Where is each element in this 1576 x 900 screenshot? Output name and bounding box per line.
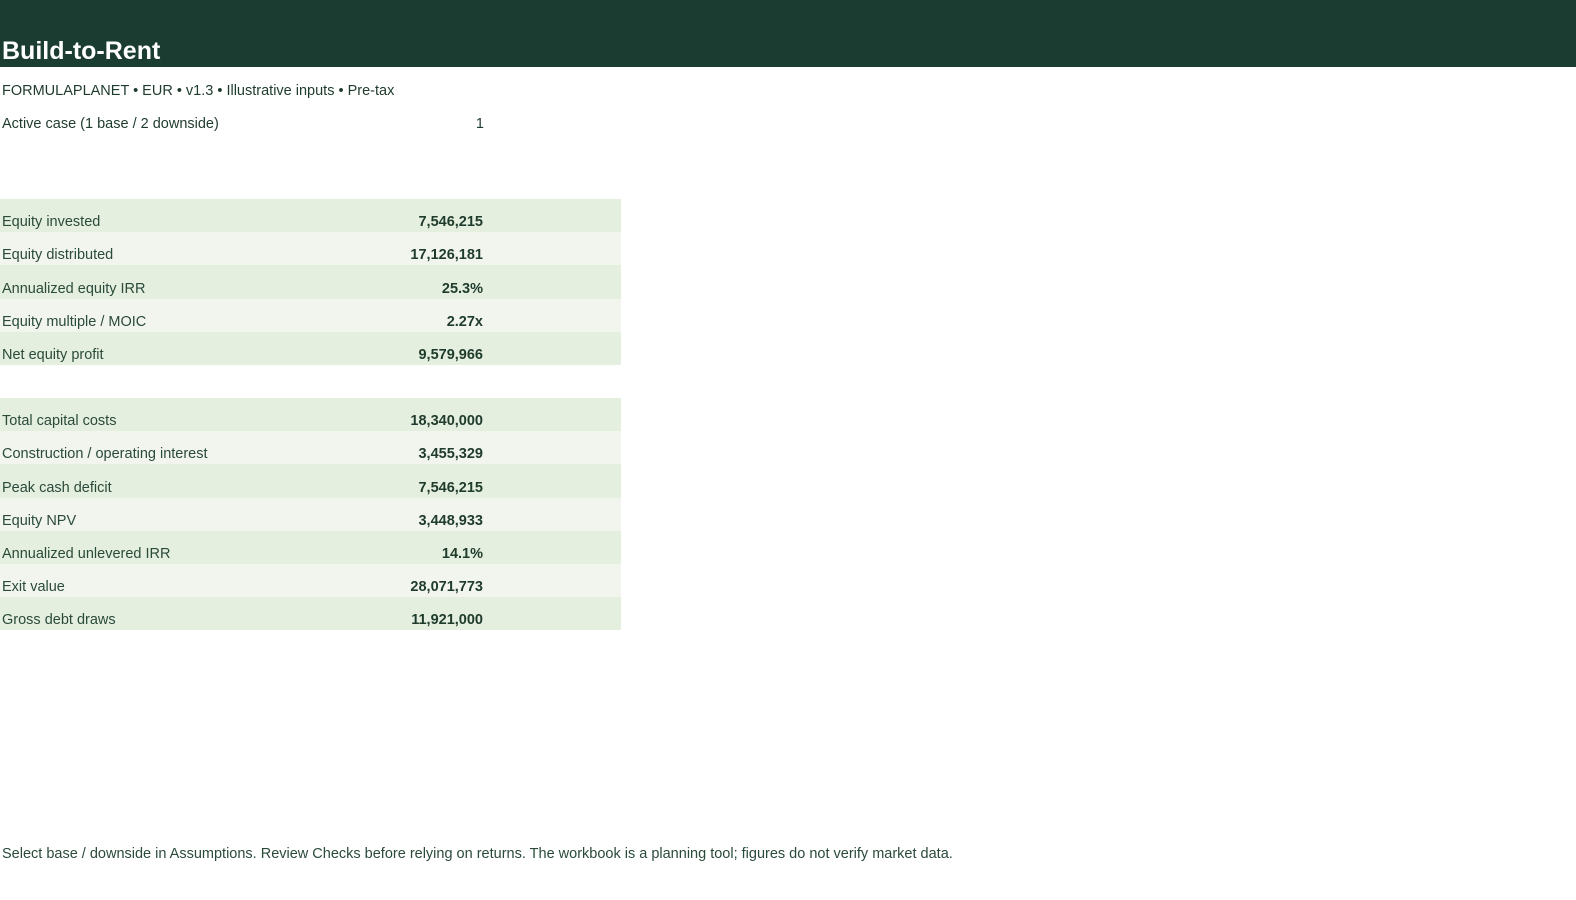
metric-value: 2.27x xyxy=(446,313,483,330)
metric-value: 3,448,933 xyxy=(418,512,483,529)
dashboard-sheet: Build-to-Rent FORMULAPLANET • EUR • v1.3… xyxy=(0,0,1576,900)
metric-label: Equity NPV xyxy=(2,512,77,529)
metric-label: Equity multiple / MOIC xyxy=(2,313,147,330)
metric-row: Annualized unlevered IRR 14.1% xyxy=(0,530,621,564)
metric-value: 7,546,215 xyxy=(418,214,483,231)
equity-metrics-table: Equity invested 7,546,215 Equity distrib… xyxy=(0,199,621,365)
metric-value: 14.1% xyxy=(441,545,483,562)
metric-row: Equity multiple / MOIC 2.27x xyxy=(0,298,621,332)
metric-label: Construction / operating interest xyxy=(2,446,208,463)
page-title: Build-to-Rent xyxy=(2,37,161,65)
metric-value: 3,455,329 xyxy=(418,446,483,463)
metric-value: 7,546,215 xyxy=(418,479,483,496)
metric-row: Construction / operating interest 3,455,… xyxy=(0,431,621,465)
page-subtitle: FORMULAPLANET • EUR • v1.3 • Illustrativ… xyxy=(2,83,395,99)
metric-label: Annualized equity IRR xyxy=(2,280,146,297)
metric-row: Equity invested 7,546,215 xyxy=(0,199,621,233)
metric-row: Gross debt draws 11,921,000 xyxy=(0,597,621,631)
active-case-label: Active case (1 base / 2 downside) xyxy=(2,116,219,132)
metric-value: 9,579,966 xyxy=(418,346,483,363)
active-case-value[interactable]: 1 xyxy=(476,115,484,133)
metric-row: Net equity profit 9,579,966 xyxy=(0,331,621,365)
metric-label: Equity distributed xyxy=(2,247,114,264)
metric-row: Peak cash deficit 7,546,215 xyxy=(0,464,621,498)
footer-note: Select base / downside in Assumptions. R… xyxy=(2,846,953,862)
metric-value: 25.3% xyxy=(441,280,483,297)
metric-row: Equity distributed 17,126,181 xyxy=(0,232,621,266)
metric-row: Annualized equity IRR 25.3% xyxy=(0,265,621,299)
metric-value: 17,126,181 xyxy=(410,247,483,264)
metric-label: Total capital costs xyxy=(2,413,117,430)
metric-value: 18,340,000 xyxy=(410,413,483,430)
metric-value: 28,071,773 xyxy=(410,579,483,596)
header-band xyxy=(0,0,1576,67)
metric-label: Annualized unlevered IRR xyxy=(2,545,171,562)
metric-label: Net equity profit xyxy=(2,346,104,363)
metric-row: Exit value 28,071,773 xyxy=(0,563,621,598)
active-case-row: Active case (1 base / 2 downside) 1 xyxy=(0,115,486,133)
project-metrics-table: Total capital costs 18,340,000 Construct… xyxy=(0,398,621,631)
metric-label: Peak cash deficit xyxy=(2,479,112,496)
metric-row: Equity NPV 3,448,933 xyxy=(0,497,621,531)
metric-value: 11,921,000 xyxy=(411,612,483,629)
metric-label: Exit value xyxy=(2,579,65,596)
metric-label: Equity invested xyxy=(2,214,101,231)
metric-row: Total capital costs 18,340,000 xyxy=(0,398,621,432)
metric-label: Gross debt draws xyxy=(2,612,116,629)
